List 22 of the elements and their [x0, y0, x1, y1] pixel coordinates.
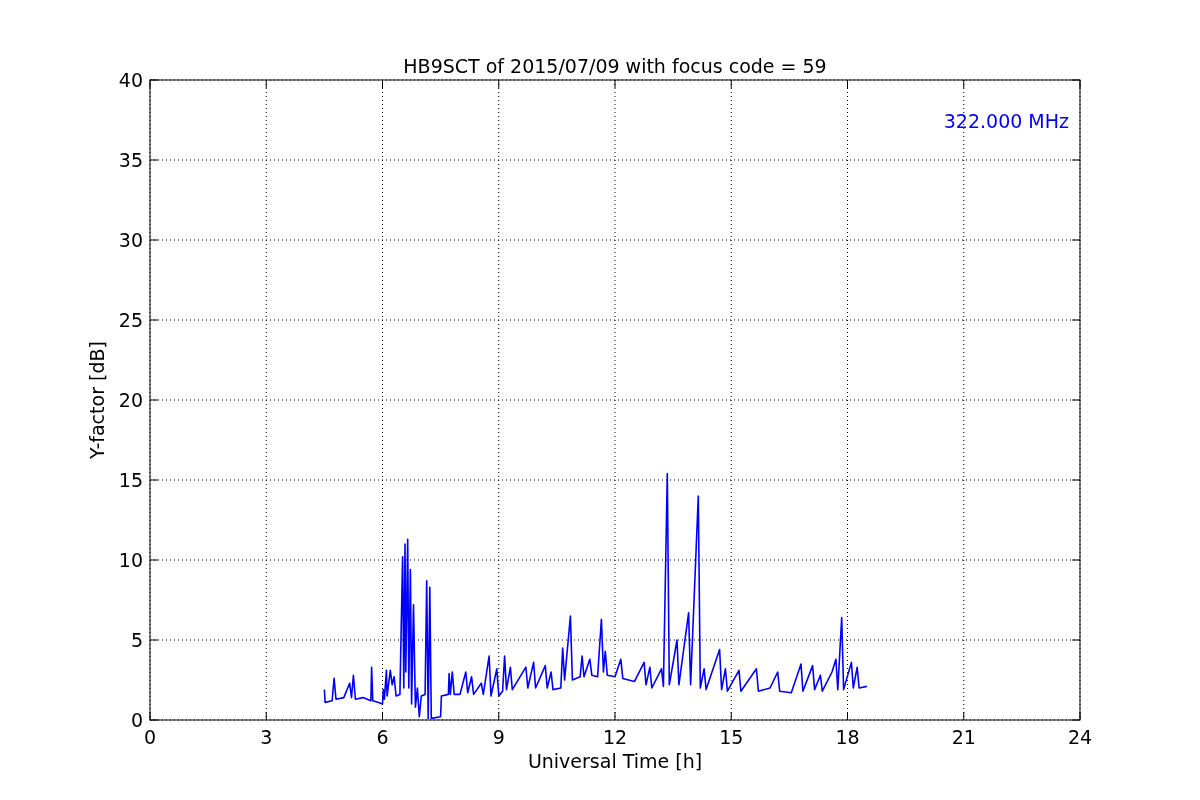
x-tick-label: 21 [951, 726, 976, 748]
x-tick-label: 18 [835, 726, 860, 748]
y-tick-label: 0 [130, 709, 143, 731]
y-tick-label: 20 [118, 389, 143, 411]
y-tick-label: 30 [118, 229, 143, 251]
x-tick-label: 24 [1067, 726, 1093, 748]
x-axis-label: Universal Time [h] [527, 750, 703, 772]
y-tick-label: 35 [118, 149, 143, 171]
x-tick-label: 0 [143, 726, 157, 748]
y-tick-label: 25 [118, 309, 143, 331]
y-axis-label: Y-factor [dB] [86, 341, 108, 459]
x-tick-label: 9 [492, 726, 505, 748]
y-tick-label: 40 [118, 69, 143, 91]
x-tick-label: 6 [376, 726, 389, 748]
x-tick-label: 15 [719, 726, 744, 748]
y-tick-label: 15 [118, 469, 143, 491]
y-tick-label: 5 [130, 629, 143, 651]
y-tick-label: 10 [118, 549, 143, 571]
x-tick-label: 3 [260, 726, 273, 748]
series-label: 322.000 MHz [943, 110, 1069, 132]
chart-title: HB9SCT of 2015/07/09 with focus code = 59 [403, 55, 827, 77]
x-tick-label: 12 [602, 726, 628, 748]
